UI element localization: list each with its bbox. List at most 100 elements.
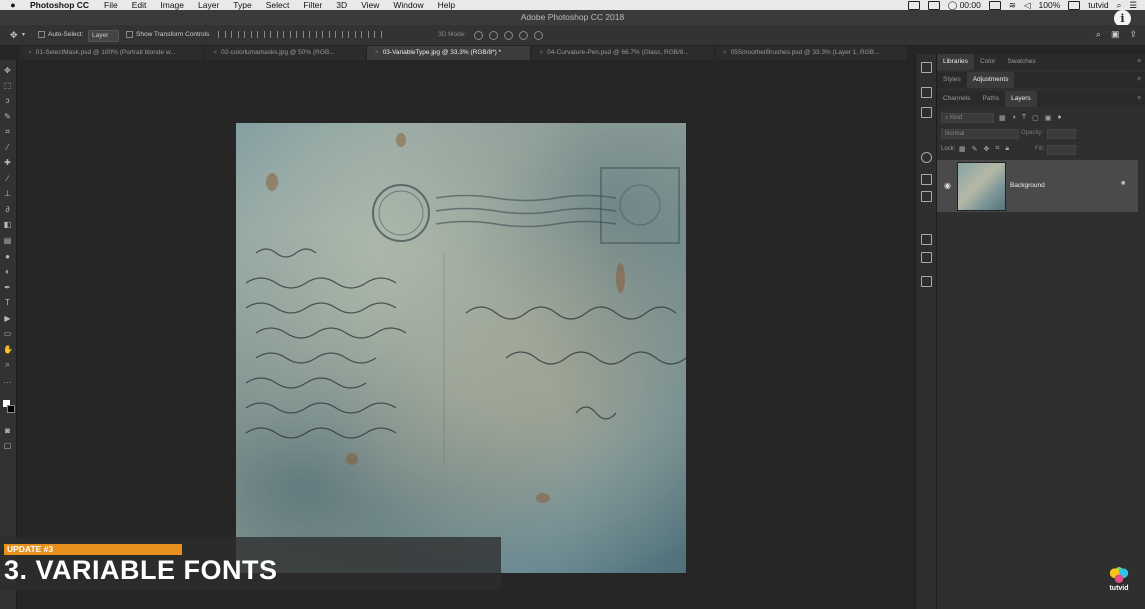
panel-menu-icon[interactable]: ≡ xyxy=(1137,54,1141,70)
lock-artboard-icon[interactable]: ⌗ xyxy=(995,145,999,153)
lock-image-icon[interactable]: ✎ xyxy=(972,145,978,153)
auto-select-box[interactable] xyxy=(38,30,45,38)
menu-file[interactable]: File xyxy=(104,0,118,10)
menu-type[interactable]: Type xyxy=(233,0,251,10)
tab-adjustments[interactable]: Adjustments xyxy=(966,72,1015,88)
layer-row-background[interactable]: ◉ Background ■ xyxy=(937,160,1138,212)
workspace-icon[interactable]: ▣ xyxy=(1111,29,1120,40)
blur-tool-icon[interactable]: ● xyxy=(3,252,12,261)
clone-stamp-tool-icon[interactable]: ⊥ xyxy=(3,189,12,198)
share-icon[interactable]: ⇪ xyxy=(1129,29,1137,40)
gradient-tool-icon[interactable]: ▤ xyxy=(3,236,12,245)
notes-panel-icon[interactable] xyxy=(921,191,932,202)
tab-paths[interactable]: Paths xyxy=(976,91,1005,107)
3d-pan-icon[interactable] xyxy=(504,31,513,40)
close-icon[interactable]: × xyxy=(723,49,727,56)
align-bottom-icon[interactable] xyxy=(244,31,252,38)
paragraph-panel-icon[interactable] xyxy=(921,234,932,245)
history-brush-tool-icon[interactable]: ∂ xyxy=(3,205,12,214)
distribute-hcenter-icon[interactable] xyxy=(348,31,356,38)
3d-roll-icon[interactable] xyxy=(489,31,498,40)
3d-panel-icon[interactable] xyxy=(921,107,932,118)
lock-transparent-icon[interactable]: ▦ xyxy=(959,145,966,153)
search-icon[interactable]: ⌕ xyxy=(1096,29,1101,40)
tab-libraries[interactable]: Libraries xyxy=(937,54,974,70)
3d-scale-icon[interactable] xyxy=(534,31,543,40)
user-name[interactable]: tutvid xyxy=(1088,0,1108,10)
tab-channels[interactable]: Channels xyxy=(937,91,976,107)
auto-align-icon[interactable] xyxy=(374,31,382,38)
quick-mask-icon[interactable]: ◙ xyxy=(3,426,12,435)
menu-layer[interactable]: Layer xyxy=(198,0,219,10)
path-select-tool-icon[interactable]: ▶ xyxy=(3,314,12,323)
align-top-icon[interactable] xyxy=(218,31,226,38)
panel-menu-icon[interactable]: ≡ xyxy=(1137,91,1141,107)
blend-mode-dropdown[interactable]: Normal xyxy=(941,129,1019,139)
panel-menu-icon[interactable]: ≡ xyxy=(1137,72,1141,88)
background-color-swatch[interactable] xyxy=(7,405,15,413)
menu-filter[interactable]: Filter xyxy=(303,0,322,10)
lock-all-icon[interactable]: 🔒︎ xyxy=(1005,145,1009,153)
character-panel-icon[interactable] xyxy=(921,252,932,263)
auto-select-checkbox[interactable]: Auto-Select: xyxy=(38,30,83,40)
close-icon[interactable]: × xyxy=(539,49,543,56)
lock-position-icon[interactable]: ✥ xyxy=(984,145,990,153)
tab-selectmask[interactable]: × 01-SelectMask.psd @ 100% (Portrait blon… xyxy=(20,46,206,60)
rectangle-tool-icon[interactable]: ▭ xyxy=(3,329,12,338)
shape-filter-icon[interactable]: ▢ xyxy=(1032,114,1039,122)
eraser-tool-icon[interactable]: ◧ xyxy=(3,220,12,229)
auto-select-dropdown[interactable]: Layer xyxy=(88,30,120,42)
transform-box[interactable] xyxy=(126,30,133,38)
dodge-tool-icon[interactable]: ◐ xyxy=(3,267,12,276)
healing-brush-tool-icon[interactable]: ✚ xyxy=(3,158,12,167)
postcard-document-image[interactable] xyxy=(236,123,686,573)
screen-icon[interactable] xyxy=(907,0,920,10)
menu-help[interactable]: Help xyxy=(438,0,455,10)
tool-preset-chevron-icon[interactable]: ▾ xyxy=(22,30,25,40)
menu-3d[interactable]: 3D xyxy=(336,0,347,10)
tab-styles[interactable]: Styles xyxy=(937,72,967,88)
pen-tool-icon[interactable]: ✒ xyxy=(3,283,12,292)
list-icon[interactable]: ☰ xyxy=(1129,0,1137,10)
align-vcenter-icon[interactable] xyxy=(231,31,239,38)
apple-menu-icon[interactable]: ● xyxy=(6,0,20,10)
brush-settings-icon[interactable] xyxy=(921,87,932,98)
history-panel-icon[interactable] xyxy=(921,62,932,73)
filter-toggle-icon[interactable]: ● xyxy=(1057,114,1061,122)
align-right-icon[interactable] xyxy=(283,31,291,38)
distribute-bottom-icon[interactable] xyxy=(322,31,330,38)
smartobject-filter-icon[interactable]: ▣ xyxy=(1045,114,1052,122)
volume-icon[interactable]: ◁ xyxy=(1024,0,1031,10)
menu-image[interactable]: Image xyxy=(160,0,184,10)
menu-view[interactable]: View xyxy=(361,0,379,10)
tab-smoother-brushes[interactable]: × 05SmootherBrushes.psd @ 33.3% (Layer 1,… xyxy=(715,46,909,60)
type-filter-icon[interactable]: T xyxy=(1022,114,1026,122)
align-hcenter-icon[interactable] xyxy=(270,31,278,38)
pixel-filter-icon[interactable]: ▦ xyxy=(999,114,1006,122)
properties-panel-icon[interactable] xyxy=(921,174,932,185)
lasso-tool-icon[interactable]: ↄ xyxy=(3,96,12,105)
distribute-left-icon[interactable] xyxy=(335,31,343,38)
more-tools-icon[interactable]: … xyxy=(3,376,12,385)
close-icon[interactable]: × xyxy=(28,49,32,56)
app-menu[interactable]: Photoshop CC xyxy=(30,0,89,10)
tab-colorlumamasks[interactable]: × 02-colorlumamasks.jpg @ 50% (RGB... xyxy=(205,46,367,60)
glyphs-panel-icon[interactable] xyxy=(921,276,932,287)
visibility-eye-icon[interactable]: ◉ xyxy=(944,181,951,190)
menu-select[interactable]: Select xyxy=(266,0,290,10)
marquee-tool-icon[interactable]: ⬚ xyxy=(3,81,12,90)
transform-controls-checkbox[interactable]: Show Transform Controls xyxy=(126,30,209,40)
wifi-icon[interactable]: ≋ xyxy=(1009,0,1016,10)
zoom-tool-icon[interactable]: ⌕ xyxy=(3,360,12,369)
close-icon[interactable]: × xyxy=(213,49,217,56)
3d-orbit-icon[interactable] xyxy=(474,31,483,40)
eyedropper-tool-icon[interactable]: ⁄ xyxy=(3,143,12,152)
distribute-right-icon[interactable] xyxy=(361,31,369,38)
tab-variabletype[interactable]: × 03-VariableType.jpg @ 33.3% (RGB/8*) * xyxy=(366,46,532,60)
info-panel-icon[interactable] xyxy=(921,152,932,163)
menu-edit[interactable]: Edit xyxy=(132,0,147,10)
close-icon[interactable]: × xyxy=(375,49,379,56)
move-tool-icon[interactable]: ✥ xyxy=(3,66,12,75)
quick-select-tool-icon[interactable]: ✎ xyxy=(3,112,12,121)
brush-tool-icon[interactable]: ∕ xyxy=(3,174,12,183)
